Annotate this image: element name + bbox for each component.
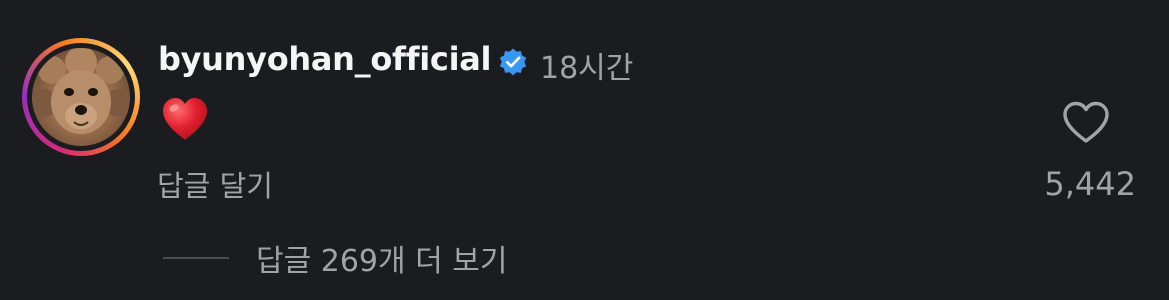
- username-link[interactable]: byunyohan_official: [158, 40, 492, 78]
- dog-avatar-image: [32, 48, 130, 134]
- verified-badge-icon: [499, 48, 527, 76]
- replies-divider-line: [163, 257, 229, 259]
- avatar-story-ring[interactable]: [22, 38, 140, 156]
- avatar[interactable]: [32, 48, 130, 146]
- like-count: 5,442: [1044, 165, 1136, 203]
- red-heart-emoji: [163, 98, 207, 140]
- view-replies-button[interactable]: 답글 269개 더 보기: [256, 236, 507, 280]
- reply-button[interactable]: 답글 달기: [157, 163, 273, 205]
- comment-timestamp: 18시간: [540, 51, 634, 86]
- avatar-ring-gap: [27, 43, 135, 151]
- heart-outline-icon[interactable]: [1061, 100, 1111, 144]
